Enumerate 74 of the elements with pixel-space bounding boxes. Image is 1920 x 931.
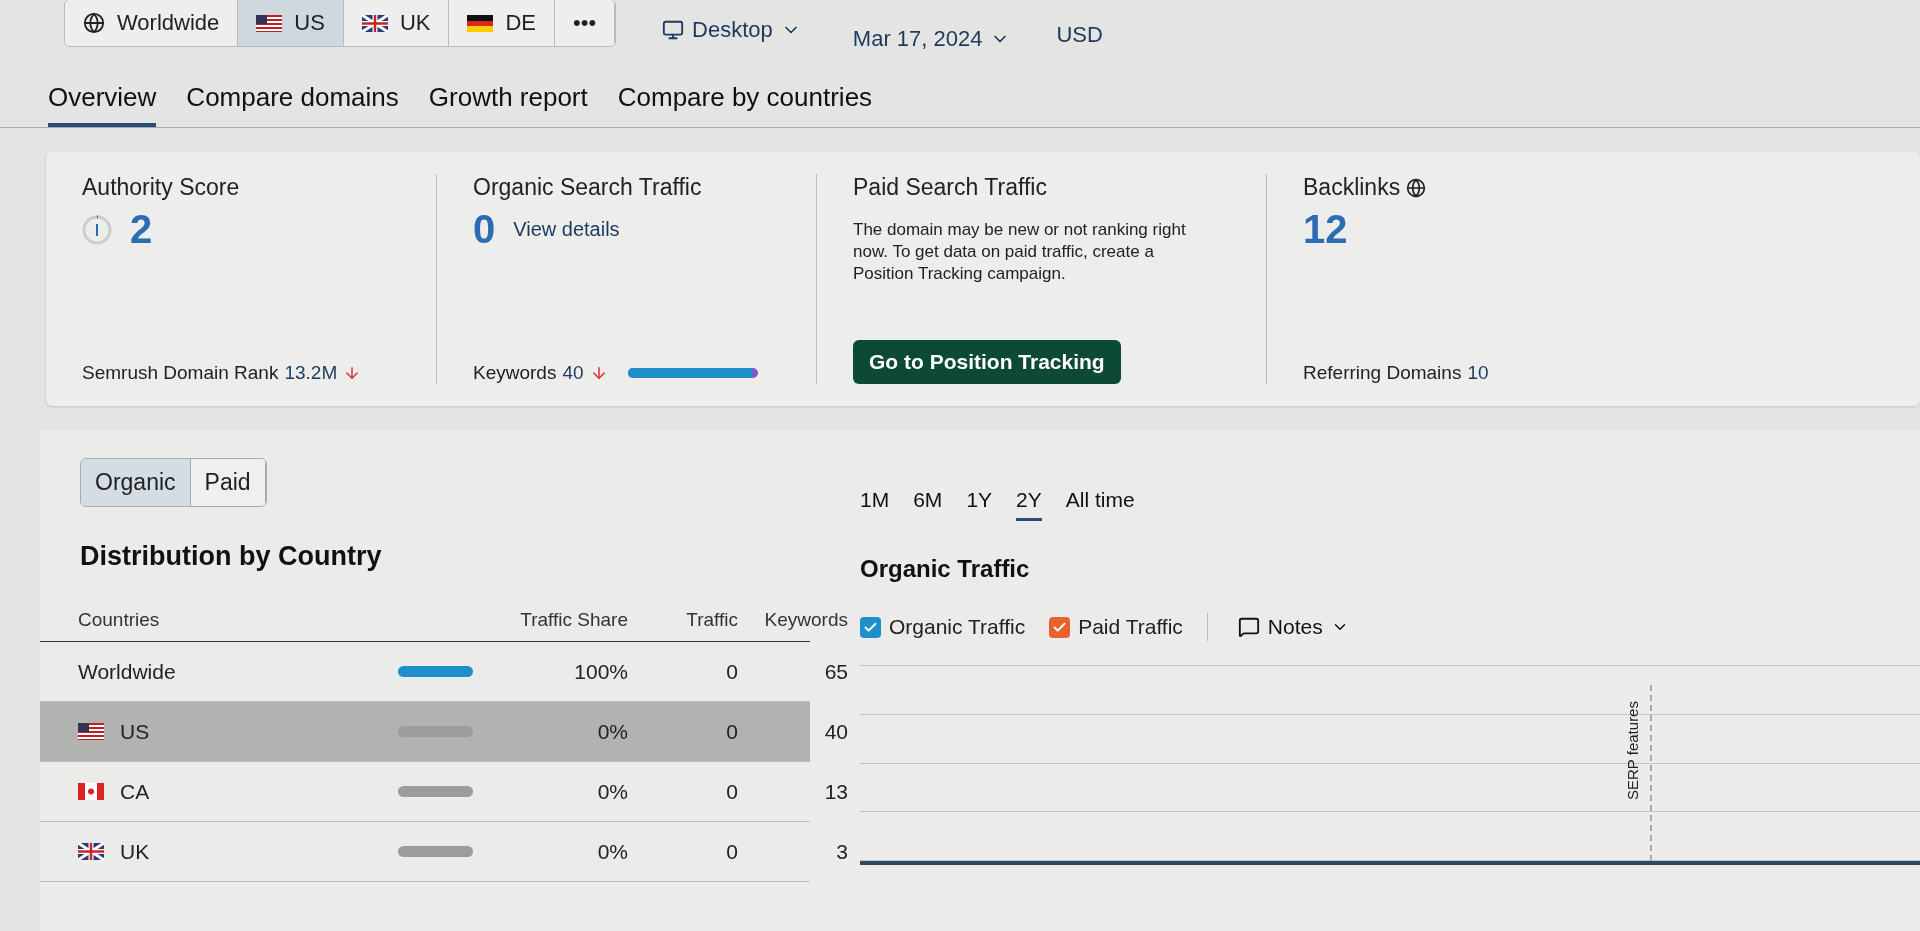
legend-label: Organic Traffic xyxy=(889,615,1026,639)
footer-value: 40 xyxy=(562,362,584,384)
globe-icon xyxy=(1406,177,1427,198)
notes-dropdown[interactable]: Notes xyxy=(1231,614,1355,640)
paid-info-text: The domain may be new or not ranking right now. To get data on paid traffic, create a Position Tracking campaign. xyxy=(853,219,1187,286)
legend-checkbox[interactable] xyxy=(860,616,881,638)
column-header: Countries xyxy=(78,608,161,631)
nav-tab[interactable]: Overview xyxy=(48,82,157,127)
footer-label: Referring Domains xyxy=(1303,362,1462,384)
score-ring-icon xyxy=(82,214,112,245)
database-button[interactable]: ••• xyxy=(555,0,616,46)
database-button[interactable]: UK xyxy=(343,0,450,46)
traffic-cell-text: 0 xyxy=(725,719,738,744)
period-tab[interactable]: 2Y xyxy=(1016,488,1042,521)
metric-title: Authority Score xyxy=(82,174,241,201)
keywords-cell-text: 13 xyxy=(823,779,848,804)
section-title: Distribution by Country xyxy=(80,541,383,572)
keywords-cell-text: 3 xyxy=(835,839,848,864)
database-button[interactable]: Worldwide xyxy=(65,0,239,46)
footer-value: 10 xyxy=(1467,362,1489,384)
metric-value: 12 xyxy=(1303,207,1348,252)
globe-icon xyxy=(83,12,105,34)
flag-icon xyxy=(78,843,104,860)
period-tab[interactable]: 1Y xyxy=(966,488,993,521)
traffic-cell-text: 0 xyxy=(725,839,738,864)
metric-title: Backlinks xyxy=(1303,174,1401,201)
footer-label: Keywords xyxy=(473,362,557,384)
nav-tab[interactable]: Compare by countries xyxy=(617,82,873,127)
country-name: UK xyxy=(120,839,150,864)
period-tab[interactable]: 1M xyxy=(860,488,890,521)
metric-title: Organic Search Traffic xyxy=(473,174,703,201)
database-button[interactable]: DE xyxy=(449,0,555,46)
device-dropdown[interactable]: Desktop xyxy=(656,16,807,44)
nav-tab[interactable]: Compare domains xyxy=(186,82,399,127)
metric-value: 0 xyxy=(473,207,496,252)
flag-icon xyxy=(256,14,283,32)
footer-label: Semrush Domain Rank xyxy=(82,362,279,384)
share-cell-text: 0% xyxy=(596,839,628,864)
flag-icon xyxy=(78,723,104,740)
mode-toggle-button[interactable]: Paid xyxy=(190,459,266,506)
column-header: Traffic Share xyxy=(519,608,628,631)
date-dropdown[interactable]: Mar 17, 2024 xyxy=(846,25,1017,53)
monitor-icon xyxy=(662,19,685,41)
country-name: CA xyxy=(120,779,150,804)
marker-label: SERP features xyxy=(1623,700,1641,800)
mode-toggle-button[interactable]: Organic xyxy=(81,459,191,506)
footer-value: 13.2M xyxy=(284,362,338,384)
column-header: Keywords xyxy=(763,608,848,631)
legend-label: Paid Traffic xyxy=(1078,615,1183,639)
country-name: Worldwide xyxy=(78,659,176,684)
share-cell-text: 0% xyxy=(596,719,628,744)
position-tracking-button[interactable]: Go to Position Tracking xyxy=(853,340,1121,384)
metric-title: Paid Search Traffic xyxy=(853,174,1048,201)
flag-icon xyxy=(78,783,104,800)
view-details-link[interactable]: View details xyxy=(513,218,620,241)
currency-label: USD xyxy=(1056,22,1103,48)
country-name: US xyxy=(120,719,150,744)
period-tab[interactable]: 6M xyxy=(913,488,943,521)
flag-icon xyxy=(361,14,388,32)
flag-icon xyxy=(467,14,494,32)
share-cell-text: 100% xyxy=(573,659,628,684)
legend-checkbox[interactable] xyxy=(1049,616,1071,638)
nav-tab[interactable]: Growth report xyxy=(428,82,588,127)
share-cell-text: 0% xyxy=(596,779,628,804)
chart-title: Organic Traffic xyxy=(860,555,1031,583)
keywords-cell-text: 40 xyxy=(823,719,848,744)
keywords-cell-text: 65 xyxy=(823,659,848,684)
traffic-cell-text: 0 xyxy=(725,779,738,804)
traffic-cell-text: 0 xyxy=(725,659,738,684)
database-button[interactable]: US xyxy=(238,0,344,46)
period-tab[interactable]: All time xyxy=(1065,488,1135,521)
note-icon xyxy=(1237,616,1260,638)
column-header: Traffic xyxy=(685,608,738,631)
metric-value: 2 xyxy=(130,207,153,252)
